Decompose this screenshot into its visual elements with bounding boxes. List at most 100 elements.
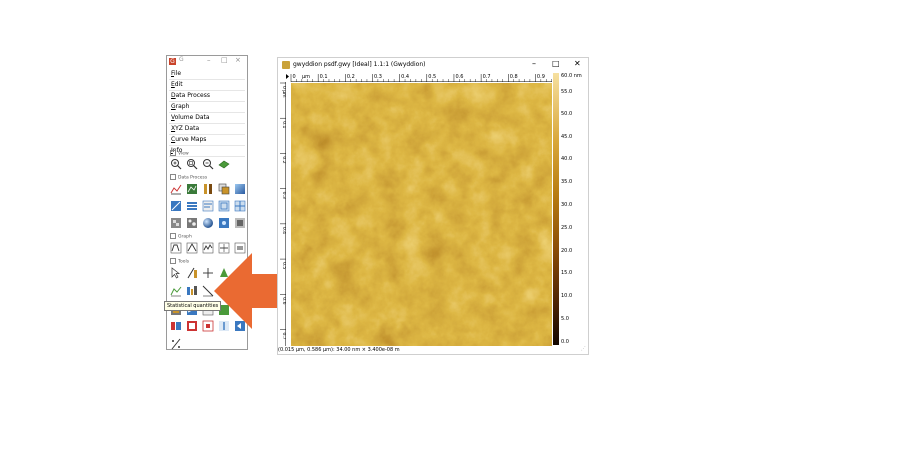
hruler-tick-label: 0.1 — [320, 74, 328, 80]
menu-graph[interactable]: Graph — [169, 102, 245, 113]
colorbar-label: 0.0 — [561, 339, 569, 345]
vruler-tick-label: 0.1 — [281, 121, 286, 128]
hruler-unit: μm — [302, 74, 310, 80]
fft-icon[interactable] — [218, 217, 230, 229]
maximize-icon[interactable]: □ — [221, 56, 228, 64]
vruler-tick-label: 0.3 — [281, 192, 286, 199]
colorbar-label: 30.0 — [561, 202, 573, 208]
fix-zero-icon[interactable] — [186, 183, 198, 195]
graph-fit-icon[interactable] — [186, 242, 198, 254]
vruler-tick-label: 0.6 — [281, 297, 286, 304]
hruler-tick-label: 0.4 — [401, 74, 409, 80]
menu-xyz-data[interactable]: XYZ Data — [169, 124, 245, 135]
colorbar-label: 5.0 — [561, 316, 569, 322]
image-window-titlebar[interactable]: gwyddion psdf.gwy [Ideal] 1.1:1 (Gwyddio… — [278, 58, 588, 72]
menu-file[interactable]: File — [169, 69, 245, 80]
hruler-tick-label: 0.5 — [428, 74, 436, 80]
menu-curve-maps[interactable]: Curve Maps — [169, 135, 245, 146]
graph-curve-icon[interactable] — [202, 242, 214, 254]
filter-icon[interactable] — [234, 217, 246, 229]
close-icon[interactable]: × — [235, 56, 241, 64]
ruler-arrow-icon — [286, 74, 289, 79]
close-icon[interactable]: ✕ — [574, 59, 581, 68]
minimize-icon[interactable]: – — [207, 56, 211, 64]
data-process-row-3 — [170, 217, 246, 229]
menu-data-process[interactable]: Data Process — [169, 91, 245, 102]
sphere-icon[interactable] — [202, 217, 214, 229]
hruler-tick-label: 0 — [293, 74, 296, 80]
colorbar-label: 50.0 — [561, 111, 573, 117]
colorbar-label: 20.0 — [561, 248, 573, 254]
vertical-ruler: 0 μm 0.1 0.2 0.3 0.4 0.5 0.6 0.7 — [280, 82, 286, 346]
collapse-icon — [170, 258, 176, 264]
gwyddion-file-icon — [282, 61, 290, 69]
hruler-tick-label: 0.2 — [347, 74, 355, 80]
colorbar-label: 45.0 — [561, 134, 573, 140]
data-process-row-1 — [170, 183, 246, 195]
tooltip-statistical-quantities: Statistical quantities — [164, 301, 222, 311]
duplicate-icon[interactable] — [218, 183, 230, 195]
tools-row-2 — [170, 285, 214, 297]
colorbar-label: 55.0 — [561, 89, 573, 95]
3d-view-icon[interactable] — [218, 158, 230, 170]
hruler-tick-label: 0.3 — [374, 74, 382, 80]
crop-icon[interactable] — [218, 200, 230, 212]
hruler-tick-label: 0.7 — [483, 74, 491, 80]
maximize-icon[interactable]: □ — [552, 59, 560, 68]
grid-icon[interactable] — [234, 200, 246, 212]
gwyddion-logo-icon: G — [169, 58, 176, 65]
zoom-in-icon[interactable] — [170, 158, 182, 170]
mask-editor-icon[interactable] — [186, 320, 198, 332]
color-scale-bar — [553, 73, 559, 345]
horizontal-ruler: 0 0.1 0.2 0.3 0.4 0.5 0.6 0.7 0.8 0.9 μm — [286, 74, 552, 82]
section-tools[interactable]: Tools — [170, 258, 189, 265]
collapse-icon — [170, 150, 176, 156]
line-stats-icon[interactable] — [202, 320, 214, 332]
distribution-icon[interactable] — [170, 285, 182, 297]
section-graph[interactable]: Graph — [170, 233, 192, 240]
hruler-tick-label: 0.6 — [455, 74, 463, 80]
color-range-icon[interactable] — [202, 183, 214, 195]
colorbar-max-label: 60.0 nm — [561, 73, 582, 79]
section-view[interactable]: View — [170, 150, 189, 157]
linear-fit-icon[interactable] — [170, 338, 182, 350]
view-tools-row — [170, 158, 230, 170]
image-window: gwyddion psdf.gwy [Ideal] 1.1:1 (Gwyddio… — [277, 57, 589, 355]
hruler-tick-label: 0.9 — [537, 74, 545, 80]
zoom-out-icon[interactable] — [202, 158, 214, 170]
gradient-icon[interactable] — [234, 183, 246, 195]
pointer-icon[interactable] — [170, 267, 182, 279]
profile-icon[interactable] — [186, 267, 198, 279]
scan-lines-icon[interactable] — [186, 200, 198, 212]
vruler-tick-label: 0.5 — [281, 262, 286, 269]
colorbar-label: 10.0 — [561, 293, 573, 299]
crosshair-icon[interactable] — [202, 267, 214, 279]
status-bar: (0.015 μm, 0.586 μm): 34.00 nm × 3.400e-… — [278, 347, 400, 353]
height-map-image[interactable] — [291, 83, 552, 346]
menu-edit[interactable]: Edit — [169, 80, 245, 91]
toolbox-menu: File Edit Data Process Graph Volume Data… — [169, 69, 245, 157]
statistical-quantities-icon[interactable] — [186, 285, 198, 297]
colorbar-label: 40.0 — [561, 156, 573, 162]
mask-icon[interactable] — [170, 217, 182, 229]
plane-level-icon[interactable] — [170, 183, 182, 195]
tools-row-5 — [170, 338, 182, 350]
vruler-tick-label: 0.2 — [281, 156, 286, 163]
zoom-fit-icon[interactable] — [186, 158, 198, 170]
data-process-row-2 — [170, 200, 246, 212]
slope-tool-icon[interactable] — [202, 285, 214, 297]
colorbar-label: 35.0 — [561, 179, 573, 185]
correlation-icon[interactable] — [170, 320, 182, 332]
resize-grip-icon[interactable]: ⋰ — [581, 346, 586, 352]
rows-icon[interactable] — [202, 200, 214, 212]
grains-icon[interactable] — [186, 217, 198, 229]
graph-measure-icon[interactable] — [170, 242, 182, 254]
toolbox-title: G — [179, 56, 184, 63]
toolbox-titlebar[interactable]: G G – □ × — [167, 56, 247, 68]
minimize-icon[interactable]: – — [532, 59, 536, 68]
section-data-process[interactable]: Data Process — [170, 174, 207, 181]
collapse-icon — [170, 174, 176, 180]
colorbar-label: 25.0 — [561, 225, 573, 231]
slope-icon[interactable] — [170, 200, 182, 212]
menu-volume-data[interactable]: Volume Data — [169, 113, 245, 124]
